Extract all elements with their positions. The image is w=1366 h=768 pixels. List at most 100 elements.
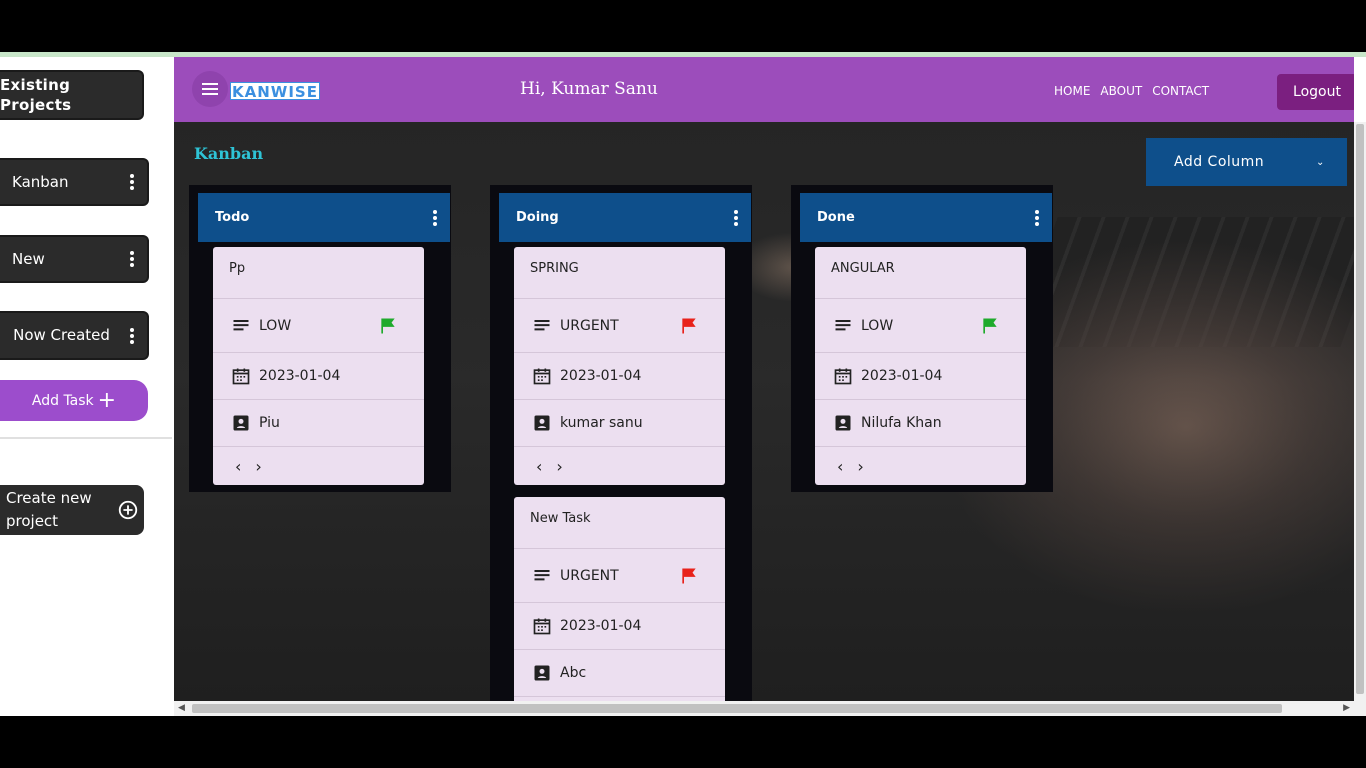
more-vert-icon[interactable]: [117, 327, 147, 344]
task-assignee: Nilufa Khan: [861, 415, 942, 431]
column-header: Done: [800, 193, 1052, 242]
chevron-left-icon[interactable]: ‹: [536, 457, 542, 476]
create-project-button[interactable]: Create new project: [0, 485, 144, 535]
task-assignee-row: Abc: [514, 650, 725, 697]
sidebar-divider: [0, 437, 172, 439]
task-move-controls: ‹ ›: [213, 447, 424, 485]
task-card[interactable]: New Task URGENT 2023-01-04 Abc: [514, 497, 725, 701]
task-priority-row: URGENT: [514, 299, 725, 353]
task-move-controls: ‹ ›: [514, 447, 725, 485]
existing-projects-label: Existing Projects: [0, 76, 72, 114]
task-date-row: 2023-01-04: [514, 353, 725, 400]
top-nav: HOME ABOUT CONTACT: [1054, 84, 1209, 98]
more-vert-icon[interactable]: [117, 174, 147, 190]
contact-icon: [835, 415, 851, 431]
sidebar-item-now-created[interactable]: Now Created: [0, 311, 149, 360]
existing-projects-button[interactable]: Existing Projects: [0, 70, 144, 120]
flag-icon: [381, 318, 395, 333]
more-vert-icon[interactable]: [1022, 209, 1052, 226]
user-greeting: Hi, Kumar Sanu: [520, 79, 658, 99]
chevron-left-icon[interactable]: ‹: [837, 457, 843, 476]
calendar-icon: [232, 368, 250, 385]
task-title: ANGULAR: [815, 247, 1026, 299]
task-title: New Task: [514, 497, 725, 549]
more-vert-icon[interactable]: [420, 209, 450, 226]
horizontal-scrollbar-thumb[interactable]: [192, 704, 1282, 713]
app-screen: Existing Projects Kanban New Now Created…: [0, 52, 1366, 716]
sidebar-item-label: Now Created: [13, 326, 110, 344]
chevron-right-icon[interactable]: ›: [857, 457, 863, 476]
app-logo[interactable]: KANWISE: [230, 82, 320, 101]
task-assignee-row: Piu: [213, 400, 424, 447]
task-assignee-row: kumar sanu: [514, 400, 725, 447]
calendar-icon: [533, 368, 551, 385]
task-card[interactable]: ANGULAR LOW 2023-01-04 Nilufa Khan ‹ ›: [815, 247, 1026, 485]
sidebar-item-new[interactable]: New: [0, 235, 149, 283]
sidebar-item-label: Kanban: [12, 173, 69, 191]
contact-icon: [233, 415, 249, 431]
chevron-left-icon[interactable]: ‹: [235, 457, 241, 476]
nav-contact-link[interactable]: CONTACT: [1152, 84, 1209, 98]
more-vert-icon[interactable]: [721, 209, 751, 226]
vertical-scrollbar-thumb[interactable]: [1356, 124, 1364, 694]
board-title: Kanban: [194, 144, 264, 163]
kanban-column-todo: Todo Pp LOW 2023-01-04 Piu ‹ ›: [189, 185, 451, 492]
scroll-left-arrow-icon[interactable]: ◀: [178, 703, 185, 713]
task-date: 2023-01-04: [560, 368, 642, 384]
notes-icon: [233, 319, 249, 330]
chevron-right-icon[interactable]: ›: [556, 457, 562, 476]
sidebar: Existing Projects Kanban New Now Created…: [0, 57, 174, 716]
notes-icon: [534, 569, 550, 580]
nav-home-link[interactable]: HOME: [1054, 84, 1090, 98]
flag-icon: [682, 318, 696, 333]
notes-icon: [835, 319, 851, 330]
kanban-column-done: Done ANGULAR LOW 2023-01-04 Nilufa Khan: [791, 185, 1053, 492]
column-header: Doing: [499, 193, 751, 242]
chevron-down-icon: ⌄: [1316, 156, 1325, 168]
task-date: 2023-01-04: [560, 618, 642, 634]
task-priority-row: LOW: [815, 299, 1026, 353]
add-column-dropdown[interactable]: Add Column ⌄: [1146, 138, 1347, 186]
task-date: 2023-01-04: [259, 368, 341, 384]
top-app-bar: KANWISE Hi, Kumar Sanu HOME ABOUT CONTAC…: [174, 57, 1354, 122]
more-vert-icon[interactable]: [117, 251, 147, 267]
task-assignee-row: Nilufa Khan: [815, 400, 1026, 447]
vertical-scrollbar[interactable]: [1354, 122, 1366, 716]
flag-icon: [983, 318, 997, 333]
calendar-icon: [533, 618, 551, 635]
main-area: KANWISE Hi, Kumar Sanu HOME ABOUT CONTAC…: [174, 57, 1354, 701]
kanban-column-doing: Doing SPRING URGENT 2023-01-04 kumar san…: [490, 185, 752, 701]
contact-icon: [534, 665, 550, 681]
column-title: Done: [817, 210, 855, 225]
add-task-label: Add Task: [31, 392, 94, 409]
task-priority: URGENT: [560, 567, 619, 584]
column-title: Doing: [516, 210, 559, 225]
chevron-right-icon[interactable]: ›: [255, 457, 261, 476]
task-date-row: 2023-01-04: [815, 353, 1026, 400]
horizontal-scrollbar[interactable]: ◀ ▶: [174, 701, 1354, 716]
column-title: Todo: [215, 210, 250, 225]
menu-icon[interactable]: [192, 71, 228, 107]
column-header: Todo: [198, 193, 450, 242]
scroll-right-arrow-icon[interactable]: ▶: [1343, 703, 1350, 713]
task-move-controls: ‹ ›: [815, 447, 1026, 485]
sidebar-item-label: New: [12, 250, 45, 268]
task-title: Pp: [213, 247, 424, 299]
task-title: SPRING: [514, 247, 725, 299]
sidebar-item-kanban[interactable]: Kanban: [0, 158, 149, 206]
add-task-button[interactable]: Add Task +: [0, 380, 148, 421]
task-priority: LOW: [861, 317, 894, 334]
flag-icon: [682, 568, 696, 583]
task-date: 2023-01-04: [861, 368, 943, 384]
create-project-label: Create new project: [6, 489, 92, 530]
task-assignee: kumar sanu: [560, 415, 643, 431]
task-priority-row: URGENT: [514, 549, 725, 603]
add-circle-icon: [118, 500, 138, 520]
task-card[interactable]: SPRING URGENT 2023-01-04 kumar sanu ‹ ›: [514, 247, 725, 485]
task-priority: LOW: [259, 317, 292, 334]
task-priority: URGENT: [560, 317, 619, 334]
plus-icon: +: [97, 387, 117, 413]
logout-button[interactable]: Logout: [1277, 74, 1354, 110]
task-card[interactable]: Pp LOW 2023-01-04 Piu ‹ ›: [213, 247, 424, 485]
nav-about-link[interactable]: ABOUT: [1100, 84, 1142, 98]
